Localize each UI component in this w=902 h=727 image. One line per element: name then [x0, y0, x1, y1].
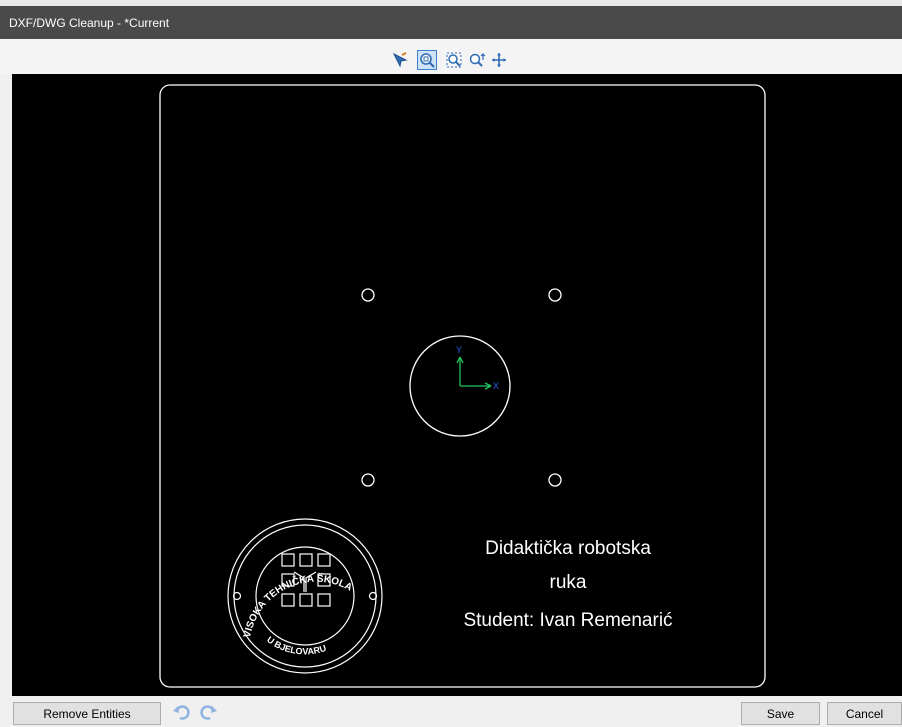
redo-icon — [200, 705, 217, 720]
zoom-area-button[interactable] — [444, 50, 464, 70]
pan-icon — [492, 53, 506, 67]
zoom-area-icon — [446, 52, 462, 68]
mount-hole-top-right — [548, 288, 562, 302]
redo-button[interactable] — [198, 702, 218, 722]
undo-button[interactable] — [172, 702, 192, 722]
select-tool-button[interactable] — [390, 50, 410, 70]
remove-entities-button[interactable]: Remove Entities — [13, 702, 161, 725]
logo-top-text: VISOKA TEHNIČKA ŠKOLA — [242, 572, 354, 639]
undo-icon — [173, 705, 190, 720]
window-title: DXF/DWG Cleanup - *Current — [9, 16, 170, 30]
view-toolbar — [0, 39, 902, 74]
origin-axes: Y X — [456, 345, 499, 391]
drawing-canvas[interactable]: Y X VISOKA TEHNIČKA ŠKOLA U BJELOVARU Di… — [12, 74, 902, 696]
drawing-text-line3: Student: Ivan Remenarić — [463, 610, 672, 631]
dxf-drawing: Y X VISOKA TEHNIČKA ŠKOLA U BJELOVARU Di… — [159, 84, 766, 688]
svg-text:U BJELOVARU: U BJELOVARU — [265, 634, 327, 656]
footer-bar: Remove Entities Save Cancel — [0, 696, 902, 726]
drawing-text-line2: ruka — [550, 572, 587, 593]
pan-button[interactable] — [489, 50, 509, 70]
mount-hole-bottom-right — [548, 473, 562, 487]
save-button[interactable]: Save — [741, 702, 820, 725]
zoom-in-out-icon — [469, 53, 485, 67]
axis-y-label: Y — [456, 345, 462, 355]
school-logo: VISOKA TEHNIČKA ŠKOLA U BJELOVARU — [227, 518, 383, 674]
cancel-button[interactable]: Cancel — [827, 702, 902, 725]
select-tool-icon — [392, 52, 408, 68]
zoom-fit-icon — [420, 53, 435, 68]
mount-hole-bottom-left — [361, 473, 375, 487]
axis-x-label: X — [493, 381, 499, 391]
mount-hole-top-left — [361, 288, 375, 302]
zoom-fit-button[interactable] — [417, 50, 437, 70]
zoom-in-out-button[interactable] — [467, 50, 487, 70]
svg-text:VISOKA TEHNIČKA ŠKOLA: VISOKA TEHNIČKA ŠKOLA — [242, 572, 354, 639]
logo-bottom-text: U BJELOVARU — [265, 634, 327, 656]
title-bar: DXF/DWG Cleanup - *Current — [0, 0, 902, 39]
drawing-text-line1: Didaktička robotska — [485, 538, 651, 559]
